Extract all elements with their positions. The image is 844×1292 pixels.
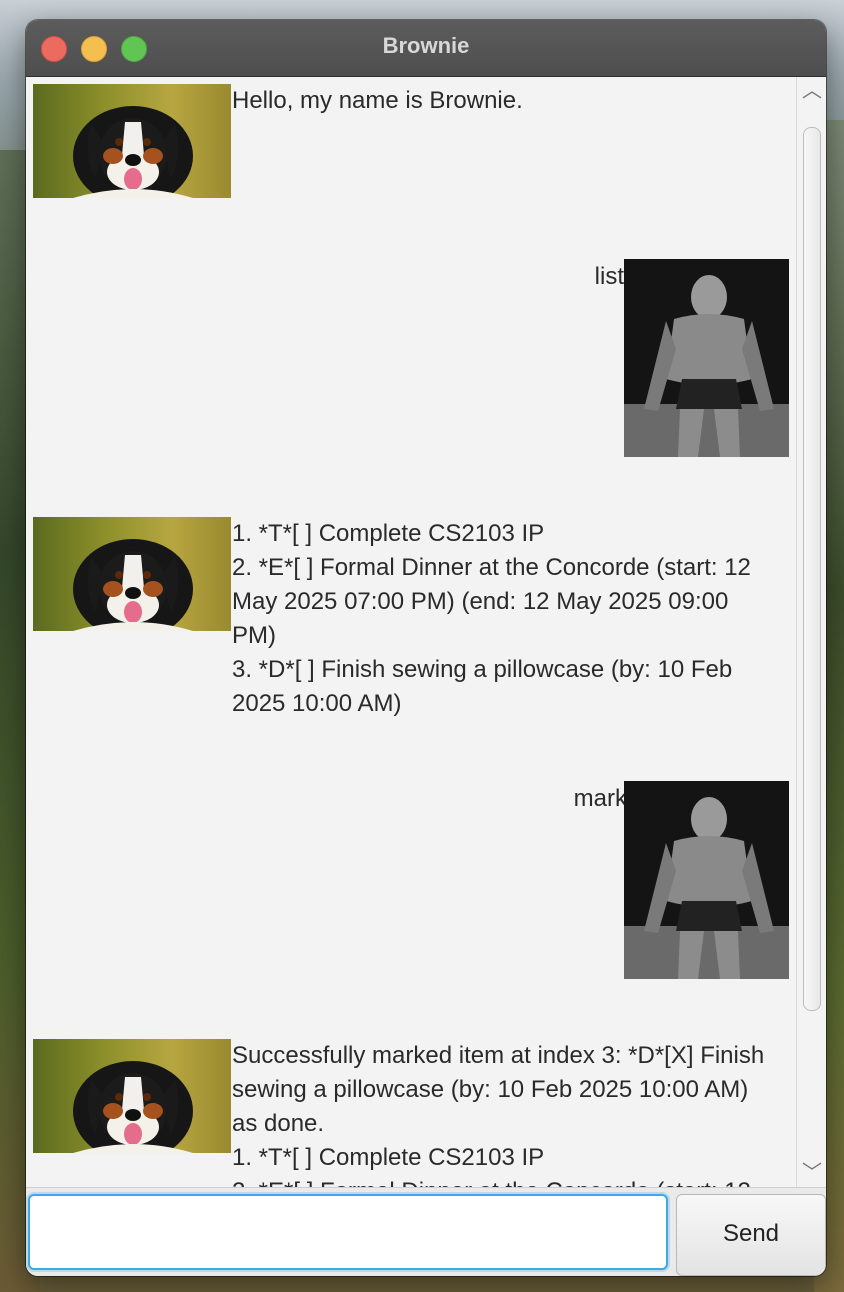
window-title: Brownie xyxy=(382,33,470,58)
app-window: Brownie Hello, my name is Brownie. list … xyxy=(26,20,826,1276)
message-input[interactable] xyxy=(28,1194,668,1270)
dog-image-icon xyxy=(73,539,193,631)
user-avatar xyxy=(624,781,789,979)
dog-image-icon xyxy=(73,1061,193,1153)
scroll-up-icon[interactable]: ︿ xyxy=(797,79,826,103)
bot-dialog-box: Hello, my name is Brownie. xyxy=(26,77,796,227)
bot-message-text: Hello, my name is Brownie. xyxy=(232,87,523,114)
send-button[interactable]: Send xyxy=(676,1194,826,1276)
dog-image-icon xyxy=(73,106,193,198)
bot-dialog-box: Successfully marked item at index 3: *D*… xyxy=(26,1035,796,1187)
title-bar: Brownie xyxy=(26,20,826,77)
user-image-icon xyxy=(624,259,789,457)
dialog-container[interactable]: Hello, my name is Brownie. list 1. *T*[… xyxy=(26,77,796,1187)
input-bar: Send xyxy=(26,1187,826,1276)
scrollbar-thumb[interactable] xyxy=(803,127,821,1011)
user-avatar xyxy=(624,259,789,457)
user-dialog-box: mark 3 xyxy=(26,779,796,989)
user-message-text: list xyxy=(594,263,624,290)
bot-dialog-box: 1. *T*[ ] Complete CS2103 IP 2. *E*[ ] F… xyxy=(26,513,796,763)
vertical-scrollbar[interactable]: ︿ ﹀ xyxy=(796,77,826,1187)
brownie-avatar xyxy=(33,517,231,631)
user-image-icon xyxy=(624,781,789,979)
scroll-down-icon[interactable]: ﹀ xyxy=(797,1161,826,1185)
bot-message-text: Successfully marked item at index 3: *D*… xyxy=(232,1042,765,1187)
brownie-avatar xyxy=(33,84,231,198)
brownie-avatar xyxy=(33,1039,231,1153)
bot-message-text: 1. *T*[ ] Complete CS2103 IP 2. *E*[ ] F… xyxy=(232,520,751,717)
user-dialog-box: list xyxy=(26,257,796,467)
